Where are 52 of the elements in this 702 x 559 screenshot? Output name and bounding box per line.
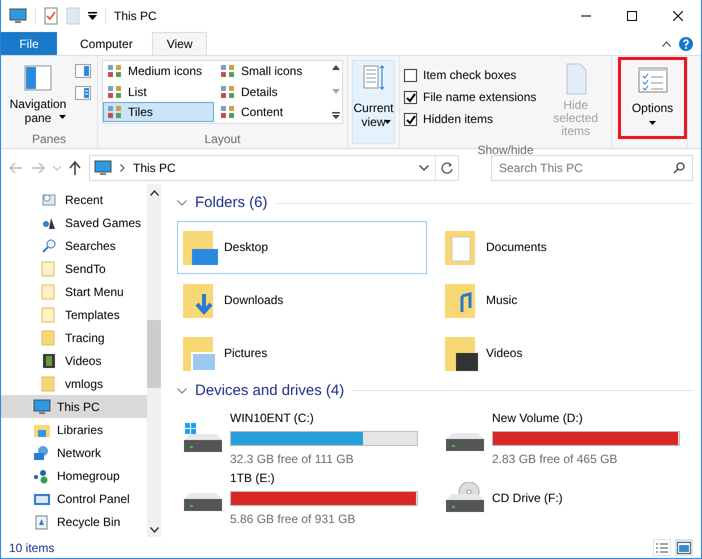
free-space-label: 5.86 GB free of 931 GB xyxy=(230,510,356,528)
nav-item[interactable]: Recycle Bin xyxy=(1,510,147,533)
ribbon-tab[interactable]: View xyxy=(152,32,208,55)
nav-item[interactable]: SendTo xyxy=(1,257,147,280)
layout-option[interactable]: List xyxy=(103,82,214,102)
free-space-label: 2.83 GB free of 465 GB xyxy=(492,450,618,468)
nav-item[interactable]: This PC xyxy=(1,395,147,418)
checkbox-label[interactable]: Item check boxes xyxy=(423,66,516,84)
nav-item[interactable]: Start Menu xyxy=(1,280,147,303)
folder-tile[interactable]: Pictures xyxy=(177,326,427,380)
layout-option[interactable]: Content xyxy=(216,102,327,122)
folder-tile[interactable]: Downloads xyxy=(177,274,427,326)
current-view-button[interactable]: Current view xyxy=(352,60,395,144)
nav-item[interactable]: Control Panel xyxy=(1,487,147,510)
nav-item[interactable]: Homegroup xyxy=(1,464,147,487)
folder-tile[interactable]: Documents xyxy=(439,220,689,274)
layout-option[interactable]: Small icons xyxy=(216,61,327,81)
folder-tile[interactable]: Videos xyxy=(439,326,689,380)
folder-tile[interactable]: Music xyxy=(439,274,689,326)
search-field[interactable]: Search This PC xyxy=(491,155,693,181)
nav-item[interactable]: vmlogs xyxy=(1,372,147,395)
nav-item[interactable]: Network xyxy=(1,441,147,464)
file-tab[interactable]: File xyxy=(1,32,57,55)
checkbox-label[interactable]: File name extensions xyxy=(423,88,536,106)
nav-item[interactable]: Searches xyxy=(1,234,147,257)
group-label: Layout xyxy=(203,131,242,148)
item-count: 10 items xyxy=(9,540,54,556)
window-title: This PC xyxy=(114,8,157,25)
section-header[interactable]: Folders (6) xyxy=(195,192,268,214)
nav-item[interactable]: Libraries xyxy=(1,418,147,441)
options-button[interactable]: Options xyxy=(622,60,683,128)
drive-name[interactable]: WIN10ENT (C:) xyxy=(230,408,418,426)
group-label: Panes xyxy=(30,131,68,148)
layout-option[interactable]: Details xyxy=(216,82,327,102)
folder-tile[interactable]: Desktop xyxy=(177,220,427,274)
nav-item[interactable]: Tracing xyxy=(1,326,147,349)
nav-item[interactable]: Recent xyxy=(1,188,147,211)
nav-item[interactable]: Templates xyxy=(1,303,147,326)
address-field[interactable]: This PC xyxy=(89,155,459,181)
nav-item[interactable]: Saved Games xyxy=(1,211,147,234)
free-space-label: 32.3 GB free of 111 GB xyxy=(230,450,355,468)
section-header[interactable]: Devices and drives (4) xyxy=(195,380,344,402)
nav-item[interactable]: Videos xyxy=(1,349,147,372)
address-path[interactable]: This PC xyxy=(133,159,176,177)
drive-name[interactable]: CD Drive (F:) xyxy=(492,489,563,507)
navigation-pane-button[interactable]: Navigation pane xyxy=(5,60,71,128)
layout-option[interactable]: Medium icons xyxy=(103,61,214,81)
drive-name[interactable]: New Volume (D:) xyxy=(492,408,680,426)
drive-name[interactable]: 1TB (E:) xyxy=(230,468,418,486)
ribbon-tab[interactable]: Computer xyxy=(65,32,148,55)
layout-option[interactable]: Tiles xyxy=(103,102,214,122)
checkbox-label[interactable]: Hidden items xyxy=(423,110,494,128)
